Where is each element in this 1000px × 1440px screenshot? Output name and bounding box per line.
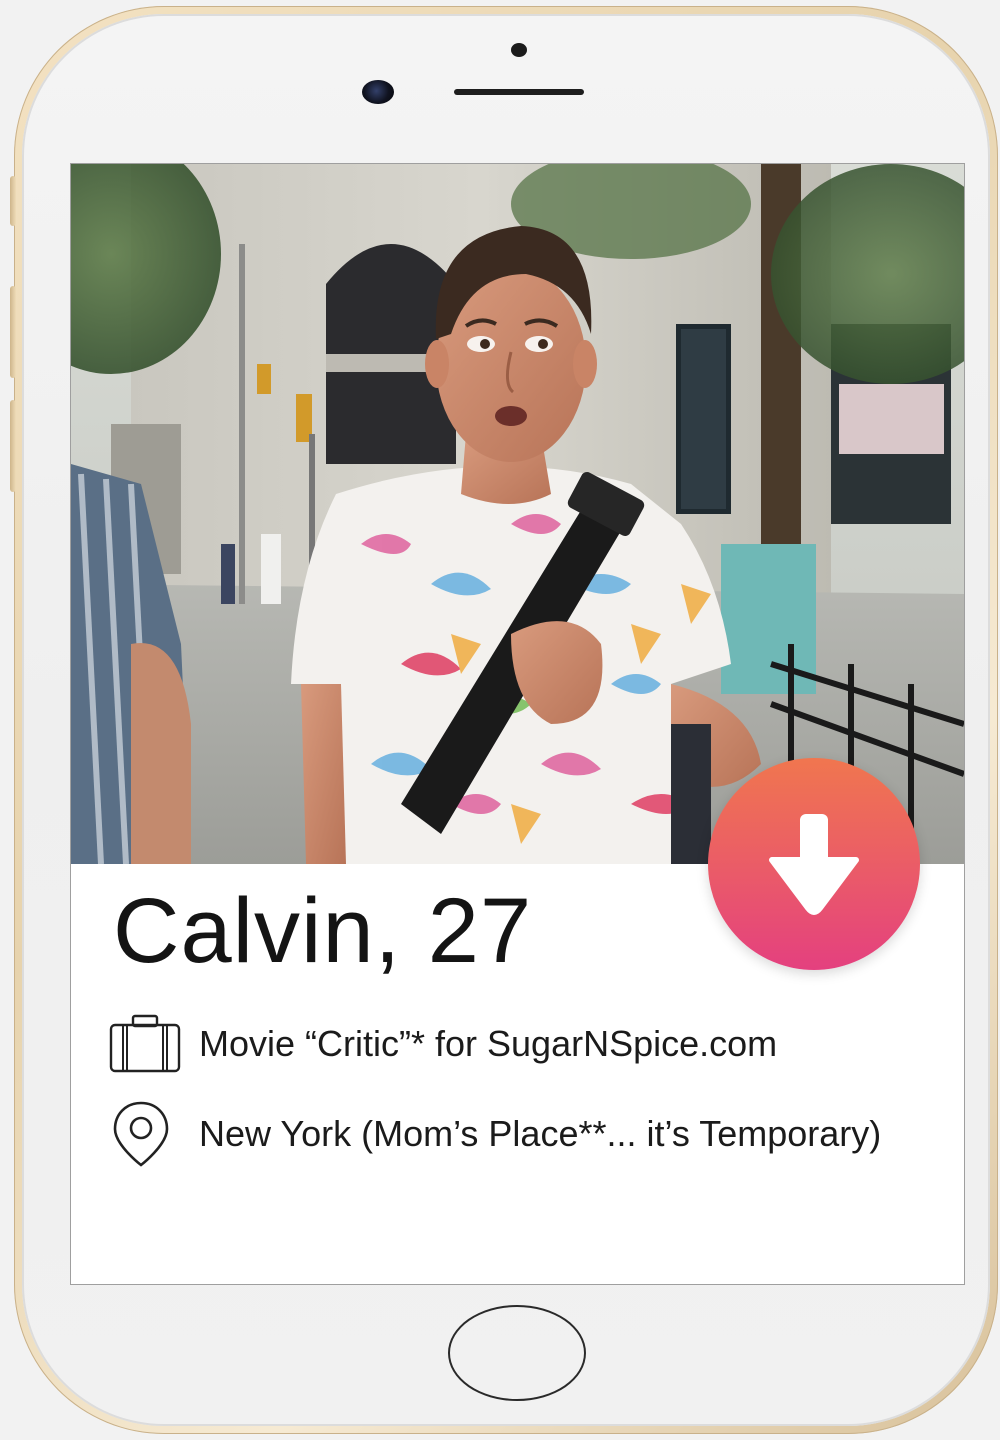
arrow-down-icon	[769, 814, 859, 915]
volume-up-button	[10, 286, 16, 378]
swipe-down-button[interactable]	[708, 758, 920, 970]
location-text: New York (Mom’s Place**... it’s Temporar…	[199, 1113, 882, 1154]
volume-down-button	[10, 400, 16, 492]
phone-screen: Calvin, 27 Movie “Critic”* for SugarNSpi…	[70, 163, 965, 1285]
job-text: Movie “Critic”* for SugarNSpice.com	[199, 1023, 778, 1064]
profile-name-age: Calvin, 27	[113, 880, 533, 982]
location-row: New York (Mom’s Place**... it’s Temporar…	[109, 1099, 881, 1169]
earpiece-speaker	[454, 89, 584, 95]
silent-switch	[10, 176, 16, 226]
job-row: Movie “Critic”* for SugarNSpice.com	[109, 1009, 777, 1079]
home-button[interactable]	[448, 1305, 586, 1401]
proximity-sensor	[511, 43, 527, 57]
front-camera-icon	[362, 80, 394, 104]
briefcase-icon	[109, 1009, 181, 1079]
location-pin-icon	[109, 1099, 181, 1169]
